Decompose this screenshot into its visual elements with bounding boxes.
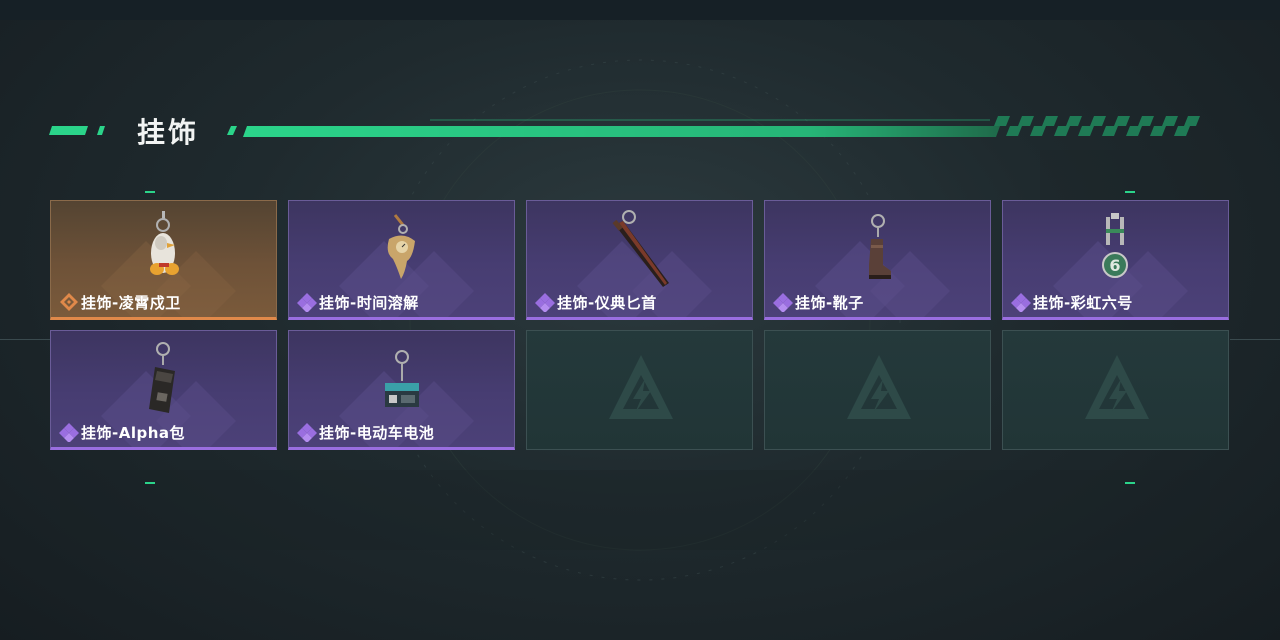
left-divider-line — [0, 339, 50, 340]
right-divider-line — [1230, 339, 1280, 340]
corner-marker-top-right — [1125, 191, 1135, 193]
charm-card-boot[interactable]: 挂饰-靴子 — [764, 200, 991, 320]
card-label: 挂饰-时间溶解 — [297, 292, 419, 312]
card-label: 挂饰-彩虹六号 — [1011, 292, 1133, 312]
game-logo-icon — [609, 355, 673, 419]
empty-slot — [764, 330, 991, 450]
card-label-text: 挂饰-靴子 — [795, 293, 864, 312]
card-label: 挂饰-仪典匕首 — [535, 292, 657, 312]
charm-card-chicken[interactable]: 挂饰-凌霄戍卫 — [50, 200, 277, 320]
card-label-text: 挂饰-凌霄戍卫 — [81, 293, 181, 312]
page-title: 挂饰 — [137, 116, 200, 149]
empty-slot — [526, 330, 753, 450]
empty-slot — [1002, 330, 1229, 450]
card-label-text: 挂饰-电动车电池 — [319, 423, 435, 442]
corner-marker-bottom-right — [1125, 482, 1135, 484]
charm-card-rainbow-six[interactable]: 6 挂饰-彩虹六号 — [1002, 200, 1229, 320]
legendary-rarity-icon — [60, 293, 78, 311]
charm-card-alpha-pouch[interactable]: 挂饰-Alpha包 — [50, 330, 277, 450]
epic-rarity-icon — [297, 423, 317, 442]
card-label: 挂饰-靴子 — [773, 292, 864, 312]
game-logo-icon — [847, 355, 911, 419]
card-label-text: 挂饰-时间溶解 — [319, 293, 419, 312]
section-header: 挂饰 — [0, 105, 1280, 150]
game-logo-icon — [1085, 355, 1149, 419]
epic-rarity-icon — [773, 293, 793, 312]
charm-card-melting-clock[interactable]: 挂饰-时间溶解 — [288, 200, 515, 320]
epic-rarity-icon — [535, 293, 555, 312]
card-label-text: 挂饰-彩虹六号 — [1033, 293, 1133, 312]
corner-marker-top-left — [145, 191, 155, 193]
corner-marker-bottom-left — [145, 482, 155, 484]
charm-card-ev-battery[interactable]: 挂饰-电动车电池 — [288, 330, 515, 450]
epic-rarity-icon — [297, 293, 317, 312]
svg-text:6: 6 — [1109, 256, 1120, 275]
charm-card-dagger[interactable]: 挂饰-仪典匕首 — [526, 200, 753, 320]
card-label: 挂饰-Alpha包 — [59, 422, 185, 442]
card-label-text: 挂饰-仪典匕首 — [557, 293, 657, 312]
charm-grid: 挂饰-凌霄戍卫 挂饰-时间溶解 挂饰-仪典匕首 挂饰-靴子 6 挂饰-彩虹六号 … — [50, 200, 1230, 450]
epic-rarity-icon — [1011, 293, 1031, 312]
epic-rarity-icon — [59, 423, 79, 442]
card-label: 挂饰-电动车电池 — [297, 422, 434, 442]
card-label-text: 挂饰-Alpha包 — [81, 423, 186, 442]
card-label: 挂饰-凌霄戍卫 — [59, 292, 181, 312]
